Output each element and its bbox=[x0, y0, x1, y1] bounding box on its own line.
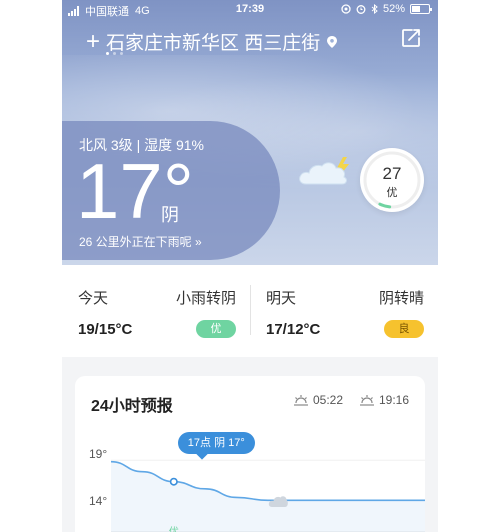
current-weather-card: 北风 3级 | 湿度 91% 17° 阴 26 公里外正在下雨呢 » bbox=[62, 121, 280, 260]
aqi-value: 27 bbox=[382, 164, 402, 183]
y-tick-label: 19° bbox=[89, 447, 108, 461]
air-quality-button[interactable]: 27 优 bbox=[360, 148, 424, 212]
battery-fill bbox=[412, 6, 421, 12]
thunder-cloud-icon bbox=[299, 157, 349, 185]
forecast-condition: 小雨转阴 bbox=[175, 290, 236, 307]
page-dot bbox=[113, 52, 116, 55]
location-pin-icon bbox=[327, 35, 338, 48]
hourly-title: 24小时预报 bbox=[91, 398, 173, 415]
phone-screen: 中国联通 4G 17:39 52% + 石家庄市新华区 西三庄街 北风 3级 |… bbox=[62, 0, 438, 532]
hour-aqi-label: 优 bbox=[169, 523, 179, 532]
daily-forecast: 今天 小雨转阴 19/15°C 优 明天 阴转晴 17/12°C 良 bbox=[62, 265, 438, 357]
current-condition: 阴 bbox=[161, 205, 179, 225]
sunset-info: 19:16 bbox=[359, 393, 409, 407]
page-indicator bbox=[106, 52, 123, 55]
page-dot bbox=[120, 52, 123, 55]
rain-nearby-link[interactable]: 26 公里外正在下雨呢 » bbox=[79, 233, 202, 250]
sunset-time: 19:16 bbox=[379, 393, 410, 407]
forecast-aqi-badge: 优 bbox=[196, 320, 236, 338]
forecast-temp: 19/15°C bbox=[78, 321, 133, 338]
battery-percent: 52% bbox=[382, 3, 405, 15]
hourly-forecast-card: 24小时预报 05:22 19:16 19° 14° 17点 阴 17° 优 bbox=[75, 376, 425, 532]
sunrise-icon bbox=[294, 395, 308, 406]
location-status-icon bbox=[341, 4, 351, 14]
app-root: 中国联通 4G 17:39 52% + 石家庄市新华区 西三庄街 北风 3级 |… bbox=[0, 0, 500, 532]
bluetooth-icon bbox=[371, 4, 378, 14]
forecast-condition: 阴转晴 bbox=[378, 290, 424, 307]
location-selector[interactable]: + 石家庄市新华区 西三庄街 bbox=[86, 28, 338, 55]
forecast-today[interactable]: 今天 小雨转阴 19/15°C 优 bbox=[78, 265, 236, 357]
forecast-divider bbox=[250, 285, 251, 335]
add-city-icon[interactable]: + bbox=[86, 30, 100, 54]
forecast-tomorrow[interactable]: 明天 阴转晴 17/12°C 良 bbox=[266, 265, 424, 357]
alarm-icon bbox=[356, 5, 366, 14]
battery-icon bbox=[410, 4, 432, 14]
hour-tooltip: 17点 阴 17° bbox=[177, 432, 255, 454]
page-dot bbox=[106, 52, 109, 55]
forecast-day-label: 明天 bbox=[266, 290, 297, 307]
sunset-icon bbox=[360, 395, 374, 406]
sunrise-info: 05:22 bbox=[293, 393, 343, 407]
forecast-day-label: 今天 bbox=[78, 290, 109, 307]
y-tick-label: 14° bbox=[89, 494, 108, 508]
forecast-temp: 17/12°C bbox=[266, 321, 321, 338]
highlight-point[interactable] bbox=[169, 477, 178, 486]
forecast-aqi-badge: 良 bbox=[384, 320, 424, 338]
status-bar: 中国联通 4G 17:39 52% bbox=[62, 0, 438, 20]
location-name: 石家庄市新华区 西三庄街 bbox=[106, 33, 321, 54]
aqi-label: 优 bbox=[386, 187, 398, 199]
cloud-icon bbox=[268, 496, 288, 507]
sunrise-time: 05:22 bbox=[313, 393, 344, 407]
share-icon[interactable] bbox=[400, 27, 422, 49]
weather-hero: 中国联通 4G 17:39 52% + 石家庄市新华区 西三庄街 北风 3级 |… bbox=[62, 0, 438, 265]
